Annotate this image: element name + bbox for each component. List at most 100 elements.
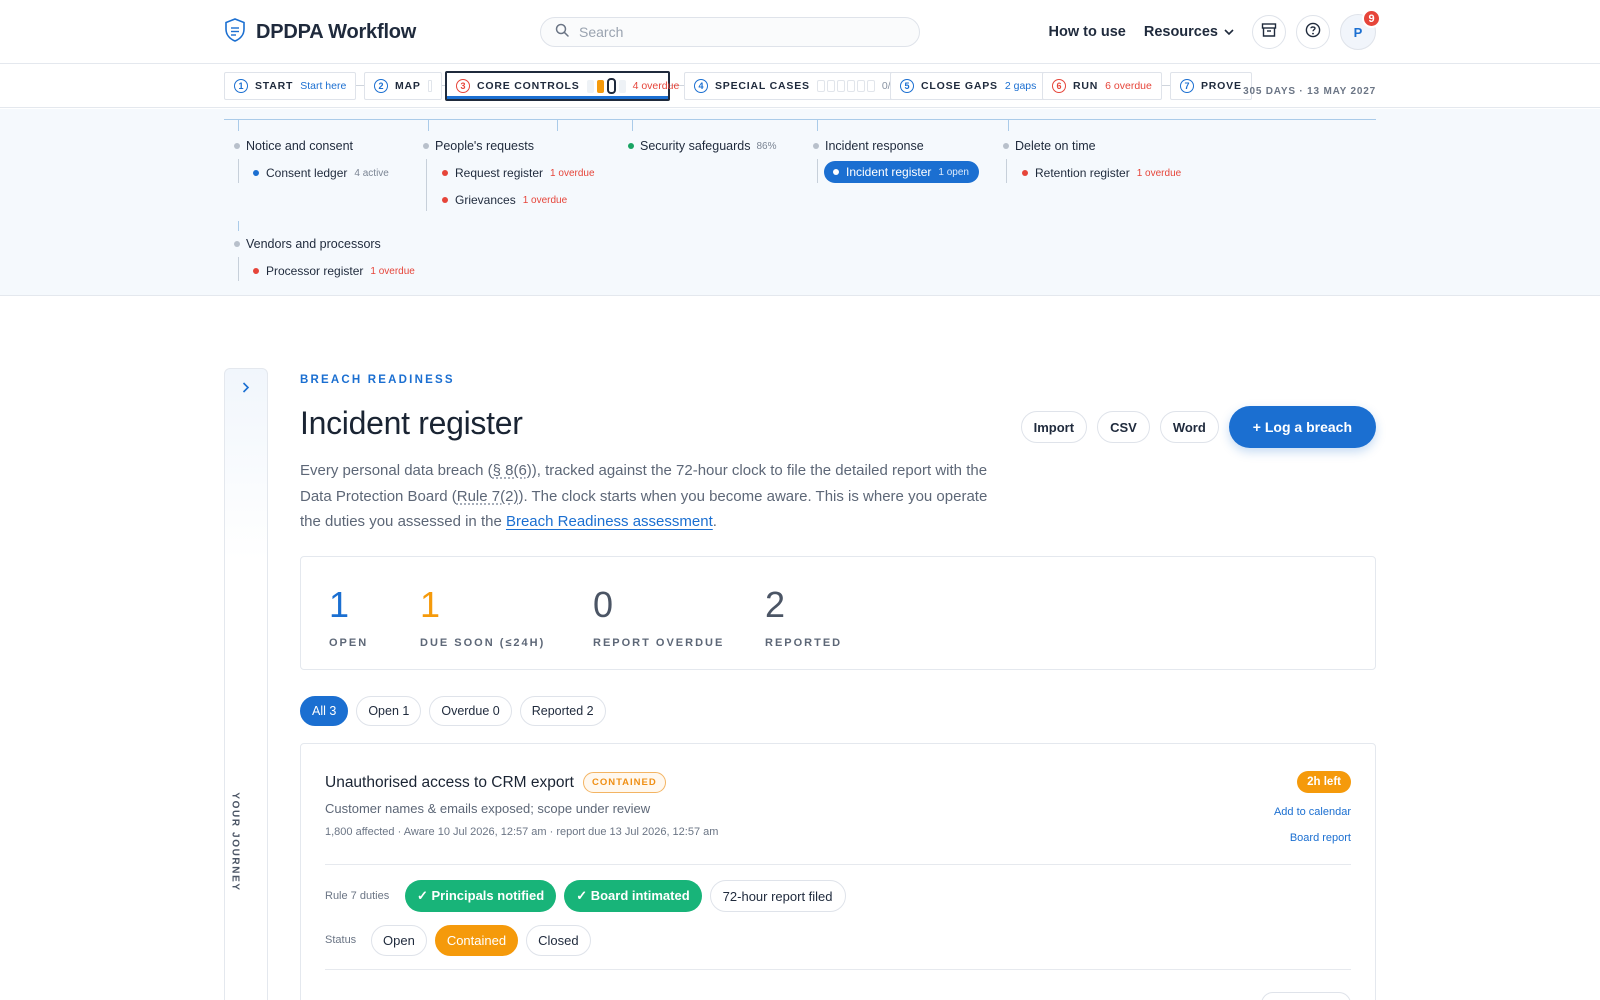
step-label: START bbox=[255, 80, 294, 92]
stat-value: 0 bbox=[593, 584, 614, 625]
status-dot bbox=[1003, 143, 1009, 149]
incident-description: Customer names & emails exposed; scope u… bbox=[325, 801, 651, 816]
tree-tick bbox=[632, 119, 633, 131]
import-button[interactable]: Import bbox=[1020, 411, 1088, 443]
rule-reference[interactable]: Rule 7(2) bbox=[457, 488, 519, 505]
nav-request-register[interactable]: Request register 1 overdue bbox=[442, 166, 595, 180]
step-number: 7 bbox=[1180, 79, 1194, 93]
child-label: Grievances bbox=[455, 193, 516, 207]
status-dot bbox=[628, 143, 634, 149]
step-status: 2 gaps bbox=[1004, 80, 1037, 92]
resources-label: Resources bbox=[1143, 24, 1218, 40]
top-bar: DPDPA Workflow How to use Resources P 9 bbox=[0, 0, 1600, 64]
incident-title[interactable]: Unauthorised access to CRM export bbox=[325, 774, 574, 792]
step-label: RUN bbox=[1073, 80, 1099, 92]
group-peoples-requests[interactable]: People's requests bbox=[423, 139, 534, 153]
group-label: Vendors and processors bbox=[246, 237, 381, 251]
archive-button[interactable] bbox=[1252, 15, 1286, 49]
group-vendors-processors[interactable]: Vendors and processors bbox=[234, 237, 381, 251]
duty-board-intimated[interactable]: ✓ Board intimated bbox=[564, 880, 702, 912]
status-dot bbox=[234, 241, 240, 247]
help-icon bbox=[1305, 22, 1321, 43]
stat-value: 1 bbox=[329, 584, 350, 625]
nav-incident-register[interactable]: Incident register 1 open bbox=[824, 161, 979, 183]
nav-grievances[interactable]: Grievances 1 overdue bbox=[442, 193, 567, 207]
group-notice-consent[interactable]: Notice and consent bbox=[234, 139, 353, 153]
divider bbox=[325, 969, 1351, 970]
expand-journey-button[interactable] bbox=[225, 379, 267, 399]
brand[interactable]: DPDPA Workflow bbox=[224, 18, 416, 47]
csv-export-button[interactable]: CSV bbox=[1097, 411, 1150, 443]
divider bbox=[325, 864, 1351, 865]
step-progress-bars bbox=[816, 80, 875, 92]
core-controls-tree: Notice and consent Consent ledger 4 acti… bbox=[0, 109, 1600, 296]
child-label: Processor register bbox=[266, 264, 364, 278]
status-dot bbox=[1022, 170, 1028, 176]
group-label: Security safeguards bbox=[640, 139, 751, 153]
step-prove[interactable]: 7 PROVE bbox=[1170, 72, 1252, 100]
journey-label: YOUR JOURNEY bbox=[229, 792, 241, 892]
nav-retention-register[interactable]: Retention register 1 overdue bbox=[1022, 166, 1181, 180]
group-delete-on-time[interactable]: Delete on time bbox=[1003, 139, 1096, 153]
how-to-use-link[interactable]: How to use bbox=[1049, 24, 1126, 40]
step-status: Start here bbox=[300, 80, 347, 92]
child-meta: 4 active bbox=[354, 167, 389, 179]
step-close-gaps[interactable]: 5 CLOSE GAPS 2 gaps bbox=[890, 72, 1047, 100]
how-to-use-label: How to use bbox=[1048, 24, 1126, 40]
incident-meta: 1,800 affected · Aware 10 Jul 2026, 12:5… bbox=[325, 826, 719, 838]
filter-open[interactable]: Open 1 bbox=[356, 696, 422, 726]
section-reference[interactable]: § 8(6) bbox=[493, 462, 532, 479]
chevron-right-icon bbox=[242, 380, 250, 398]
workflow-stepper: 1 START Start here 2 MAP 3 CORE CONTROLS… bbox=[0, 64, 1600, 108]
step-start[interactable]: 1 START Start here bbox=[224, 72, 357, 100]
top-nav: How to use Resources P 9 bbox=[1049, 9, 1381, 50]
filter-overdue[interactable]: Overdue 0 bbox=[429, 696, 512, 726]
filter-all[interactable]: All 3 bbox=[300, 696, 349, 726]
child-label: Consent ledger bbox=[266, 166, 348, 180]
board-report-link[interactable]: Board report bbox=[1290, 832, 1351, 844]
group-meta: 86% bbox=[756, 140, 777, 152]
group-incident-response[interactable]: Incident response bbox=[813, 139, 924, 153]
stat-open: 1 OPEN bbox=[329, 584, 368, 650]
chevron-down-icon bbox=[1224, 24, 1234, 40]
status-open[interactable]: Open bbox=[371, 925, 427, 956]
add-to-calendar-link[interactable]: Add to calendar bbox=[1274, 806, 1351, 818]
status-contained[interactable]: Contained bbox=[434, 925, 519, 956]
step-run[interactable]: 6 RUN 6 overdue bbox=[1042, 72, 1162, 100]
page-actions: Import CSV Word + Log a breach bbox=[1020, 406, 1376, 448]
breach-readiness-link[interactable]: Breach Readiness assessment bbox=[506, 513, 713, 530]
step-number: 2 bbox=[374, 79, 388, 93]
search-input[interactable] bbox=[579, 24, 899, 40]
search-icon bbox=[555, 23, 569, 42]
user-avatar[interactable]: P 9 bbox=[1340, 9, 1381, 50]
tree-tick bbox=[557, 119, 558, 131]
filter-reported[interactable]: Reported 2 bbox=[519, 696, 606, 726]
step-map[interactable]: 2 MAP bbox=[364, 72, 442, 100]
duty-principals-notified[interactable]: ✓ Principals notified bbox=[405, 880, 557, 912]
child-label: Request register bbox=[455, 166, 544, 180]
duty-72h-report-filed[interactable]: 72-hour report filed bbox=[709, 880, 846, 912]
step-progress-bars bbox=[586, 78, 626, 94]
nav-consent-ledger[interactable]: Consent ledger 4 active bbox=[253, 166, 389, 180]
status-closed[interactable]: Closed bbox=[526, 925, 591, 956]
incident-status-pill: CONTAINED bbox=[582, 772, 666, 793]
tree-branch bbox=[1006, 159, 1007, 183]
status-dot bbox=[833, 169, 839, 175]
stat-label: REPORT OVERDUE bbox=[593, 637, 725, 649]
word-export-button[interactable]: Word bbox=[1159, 411, 1219, 443]
step-core-controls[interactable]: 3 CORE CONTROLS 4 overdue bbox=[445, 71, 679, 101]
log-breach-button[interactable]: + Log a breach bbox=[1228, 406, 1376, 448]
stat-label: DUE SOON (≤24H) bbox=[420, 637, 546, 649]
tree-branch bbox=[426, 159, 427, 211]
step-special-cases[interactable]: 4 SPECIAL CASES 0/6 bbox=[684, 72, 907, 100]
search-box[interactable] bbox=[540, 17, 920, 47]
page-title: Incident register bbox=[300, 405, 523, 441]
step-label: SPECIAL CASES bbox=[715, 80, 810, 92]
nav-processor-register[interactable]: Processor register 1 overdue bbox=[253, 264, 415, 278]
resources-menu[interactable]: Resources bbox=[1144, 24, 1234, 40]
help-button[interactable] bbox=[1296, 15, 1330, 49]
step-number: 4 bbox=[694, 79, 708, 93]
incident-filters: All 3 Open 1 Overdue 0 Reported 2 bbox=[300, 696, 606, 726]
next-card-button[interactable] bbox=[1261, 992, 1351, 1000]
group-security-safeguards[interactable]: Security safeguards 86% bbox=[628, 139, 777, 153]
